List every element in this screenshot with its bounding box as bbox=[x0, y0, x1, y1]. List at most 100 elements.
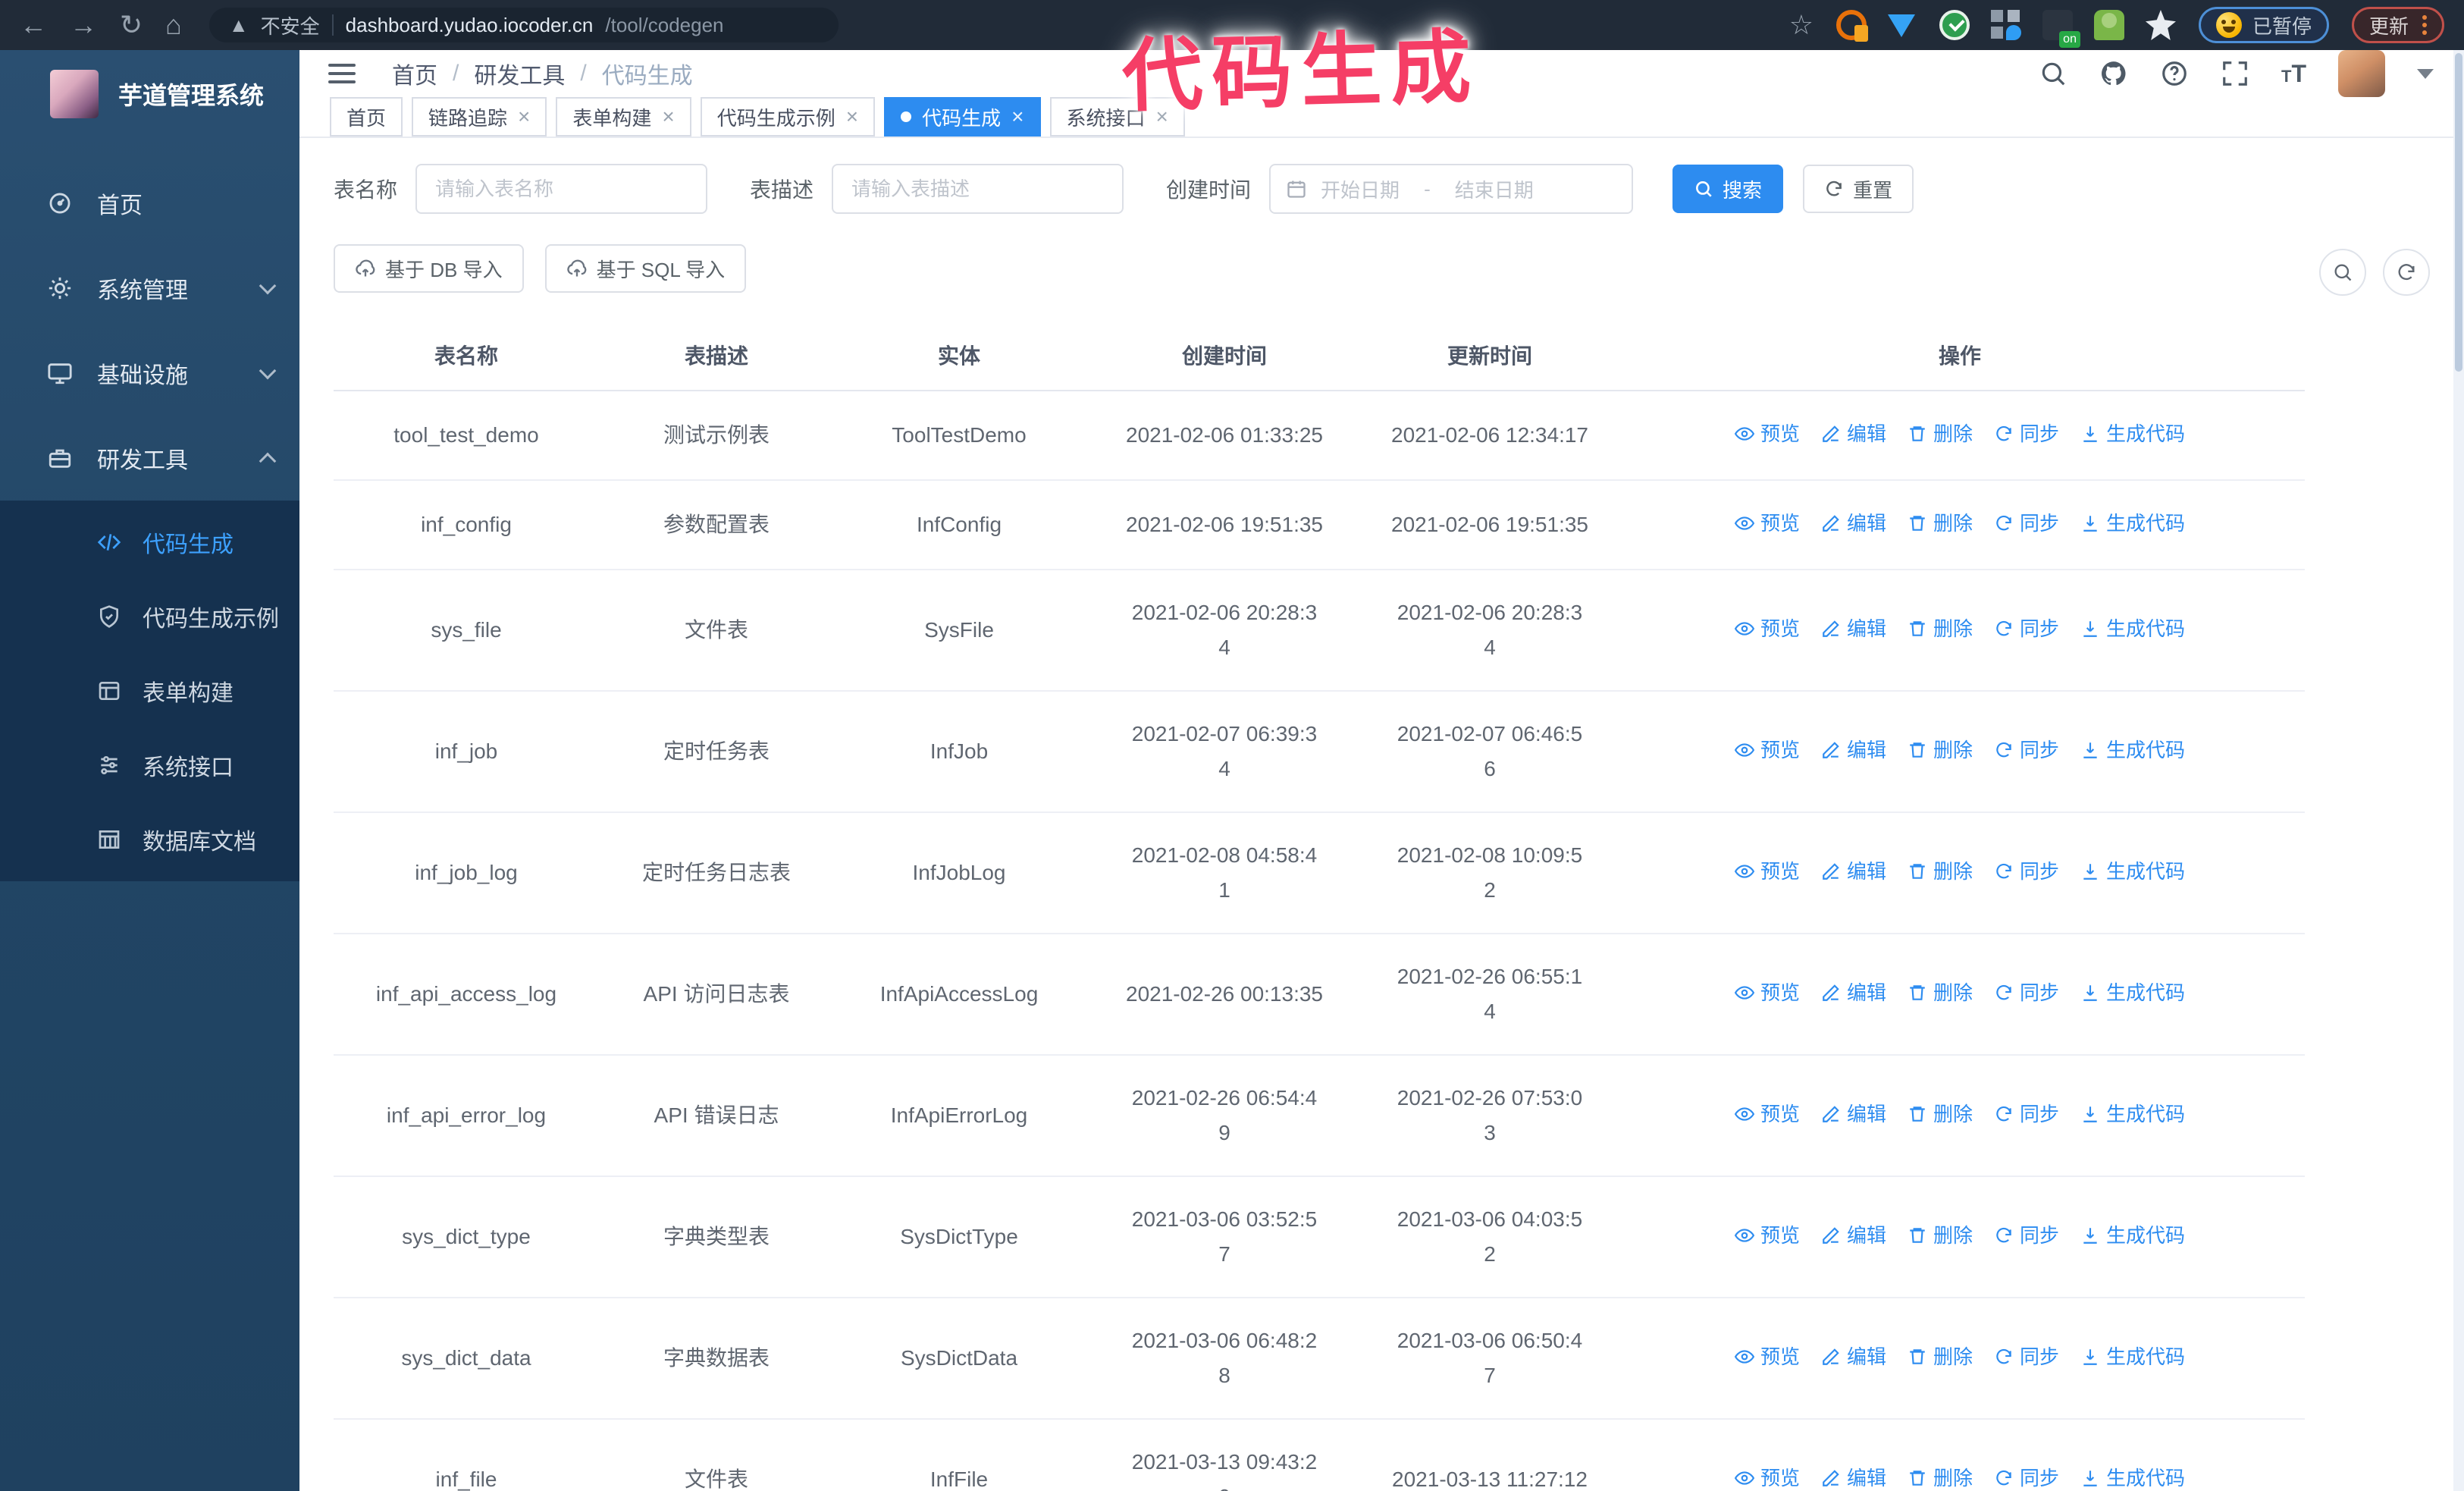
delete-link[interactable]: 删除 bbox=[1908, 506, 1973, 541]
extension-icon-puzzle[interactable] bbox=[2145, 10, 2176, 40]
generate-code-link[interactable]: 生成代码 bbox=[2080, 1339, 2185, 1374]
fullscreen-icon[interactable] bbox=[2221, 59, 2249, 88]
sync-link[interactable]: 同步 bbox=[1994, 1097, 2059, 1132]
tab-代码生成示例[interactable]: 代码生成示例 × bbox=[700, 97, 876, 137]
sync-link[interactable]: 同步 bbox=[1994, 1218, 2059, 1253]
sidebar-item-db-doc[interactable]: 数据库文档 bbox=[0, 802, 299, 877]
sidebar-item-codegen-example[interactable]: 代码生成示例 bbox=[0, 579, 299, 654]
generate-code-link[interactable]: 生成代码 bbox=[2080, 1097, 2185, 1132]
bookmark-star-icon[interactable]: ☆ bbox=[1789, 9, 1814, 41]
sidebar-item-system-api[interactable]: 系统接口 bbox=[0, 728, 299, 802]
preview-link[interactable]: 预览 bbox=[1734, 506, 1800, 541]
sync-link[interactable]: 同步 bbox=[1994, 854, 2059, 889]
sync-link[interactable]: 同步 bbox=[1994, 733, 2059, 767]
search-button[interactable]: 搜索 bbox=[1672, 165, 1784, 213]
toggle-search-button[interactable] bbox=[2319, 249, 2366, 296]
breadcrumb-home[interactable]: 首页 bbox=[392, 57, 437, 90]
tab-链路追踪[interactable]: 链路追踪 × bbox=[412, 97, 547, 137]
generate-code-link[interactable]: 生成代码 bbox=[2080, 854, 2185, 889]
extension-icon-grid[interactable] bbox=[1990, 10, 2021, 40]
close-icon[interactable]: × bbox=[846, 106, 858, 127]
start-date-placeholder[interactable]: 开始日期 bbox=[1321, 175, 1400, 203]
close-icon[interactable]: × bbox=[518, 106, 530, 127]
generate-code-link[interactable]: 生成代码 bbox=[2080, 1218, 2185, 1253]
import-db-button[interactable]: 基于 DB 导入 bbox=[334, 244, 524, 293]
table-name-input[interactable] bbox=[415, 164, 708, 214]
sidebar-item-form-builder[interactable]: 表单构建 bbox=[0, 654, 299, 728]
date-range-picker[interactable]: 开始日期 - 结束日期 bbox=[1269, 164, 1634, 214]
search-icon[interactable] bbox=[2039, 59, 2067, 88]
extension-icon-check[interactable] bbox=[1939, 10, 1970, 40]
delete-link[interactable]: 删除 bbox=[1908, 1339, 1973, 1374]
kebab-menu-icon[interactable] bbox=[2422, 15, 2427, 35]
preview-link[interactable]: 预览 bbox=[1734, 975, 1800, 1010]
avatar[interactable] bbox=[2338, 50, 2385, 97]
help-icon[interactable] bbox=[2160, 59, 2189, 88]
import-sql-button[interactable]: 基于 SQL 导入 bbox=[544, 244, 747, 293]
delete-link[interactable]: 删除 bbox=[1908, 975, 1973, 1010]
preview-link[interactable]: 预览 bbox=[1734, 1461, 1800, 1491]
preview-link[interactable]: 预览 bbox=[1734, 854, 1800, 889]
tab-首页[interactable]: 首页 bbox=[330, 97, 403, 137]
close-icon[interactable]: × bbox=[1011, 106, 1024, 127]
generate-code-link[interactable]: 生成代码 bbox=[2080, 611, 2185, 646]
edit-link[interactable]: 编辑 bbox=[1821, 854, 1886, 889]
sidebar-item-home[interactable]: 首页 bbox=[0, 161, 299, 246]
edit-link[interactable]: 编辑 bbox=[1821, 1097, 1886, 1132]
delete-link[interactable]: 删除 bbox=[1908, 1097, 1973, 1132]
sync-link[interactable]: 同步 bbox=[1994, 416, 2059, 451]
paused-extension-badge[interactable]: 已暂停 bbox=[2198, 7, 2329, 43]
tab-代码生成[interactable]: 代码生成 × bbox=[884, 97, 1041, 137]
edit-link[interactable]: 编辑 bbox=[1821, 1461, 1886, 1491]
address-bar[interactable]: ▲ 不安全 dashboard.yudao.iocoder.cn/tool/co… bbox=[208, 8, 839, 42]
extension-icon-orange[interactable] bbox=[1835, 10, 1868, 42]
reset-button[interactable]: 重置 bbox=[1803, 165, 1914, 213]
delete-link[interactable]: 删除 bbox=[1908, 1461, 1973, 1491]
extension-icon-gem[interactable] bbox=[1887, 10, 1918, 40]
edit-link[interactable]: 编辑 bbox=[1821, 416, 1886, 451]
reload-icon[interactable]: ↻ bbox=[120, 11, 143, 39]
edit-link[interactable]: 编辑 bbox=[1821, 733, 1886, 767]
forward-icon[interactable]: → bbox=[70, 11, 97, 39]
sync-link[interactable]: 同步 bbox=[1994, 975, 2059, 1010]
sidebar-item-infra[interactable]: 基础设施 bbox=[0, 331, 299, 416]
sidebar-collapse-icon[interactable] bbox=[324, 59, 360, 88]
refresh-button[interactable] bbox=[2383, 249, 2430, 296]
sync-link[interactable]: 同步 bbox=[1994, 506, 2059, 541]
tab-表单构建[interactable]: 表单构建 × bbox=[556, 97, 691, 137]
caret-down-icon[interactable] bbox=[2417, 68, 2434, 79]
breadcrumb-devtools[interactable]: 研发工具 bbox=[474, 57, 565, 90]
back-icon[interactable]: ← bbox=[20, 11, 47, 39]
sidebar-item-codegen[interactable]: 代码生成 bbox=[0, 505, 299, 579]
preview-link[interactable]: 预览 bbox=[1734, 611, 1800, 646]
delete-link[interactable]: 删除 bbox=[1908, 733, 1973, 767]
edit-link[interactable]: 编辑 bbox=[1821, 1218, 1886, 1253]
logo[interactable]: 芋道管理系统 bbox=[0, 50, 299, 138]
table-desc-input[interactable] bbox=[832, 164, 1124, 214]
close-icon[interactable]: × bbox=[662, 106, 674, 127]
edit-link[interactable]: 编辑 bbox=[1821, 975, 1886, 1010]
generate-code-link[interactable]: 生成代码 bbox=[2080, 733, 2185, 767]
browser-update-button[interactable]: 更新 bbox=[2351, 7, 2444, 43]
sync-link[interactable]: 同步 bbox=[1994, 611, 2059, 646]
preview-link[interactable]: 预览 bbox=[1734, 1339, 1800, 1374]
edit-link[interactable]: 编辑 bbox=[1821, 506, 1886, 541]
delete-link[interactable]: 删除 bbox=[1908, 1218, 1973, 1253]
sidebar-item-devtools[interactable]: 研发工具 bbox=[0, 416, 299, 501]
generate-code-link[interactable]: 生成代码 bbox=[2080, 506, 2185, 541]
sync-link[interactable]: 同步 bbox=[1994, 1461, 2059, 1491]
extension-icon-person[interactable] bbox=[2093, 10, 2124, 40]
preview-link[interactable]: 预览 bbox=[1734, 416, 1800, 451]
security-label[interactable]: 不安全 bbox=[261, 11, 320, 39]
preview-link[interactable]: 预览 bbox=[1734, 1097, 1800, 1132]
generate-code-link[interactable]: 生成代码 bbox=[2080, 975, 2185, 1010]
edit-link[interactable]: 编辑 bbox=[1821, 611, 1886, 646]
generate-code-link[interactable]: 生成代码 bbox=[2080, 416, 2185, 451]
edit-link[interactable]: 编辑 bbox=[1821, 1339, 1886, 1374]
delete-link[interactable]: 删除 bbox=[1908, 611, 1973, 646]
page-scrollbar[interactable] bbox=[2453, 50, 2464, 1491]
home-icon[interactable]: ⌂ bbox=[165, 11, 182, 39]
delete-link[interactable]: 删除 bbox=[1908, 854, 1973, 889]
generate-code-link[interactable]: 生成代码 bbox=[2080, 1461, 2185, 1491]
preview-link[interactable]: 预览 bbox=[1734, 1218, 1800, 1253]
